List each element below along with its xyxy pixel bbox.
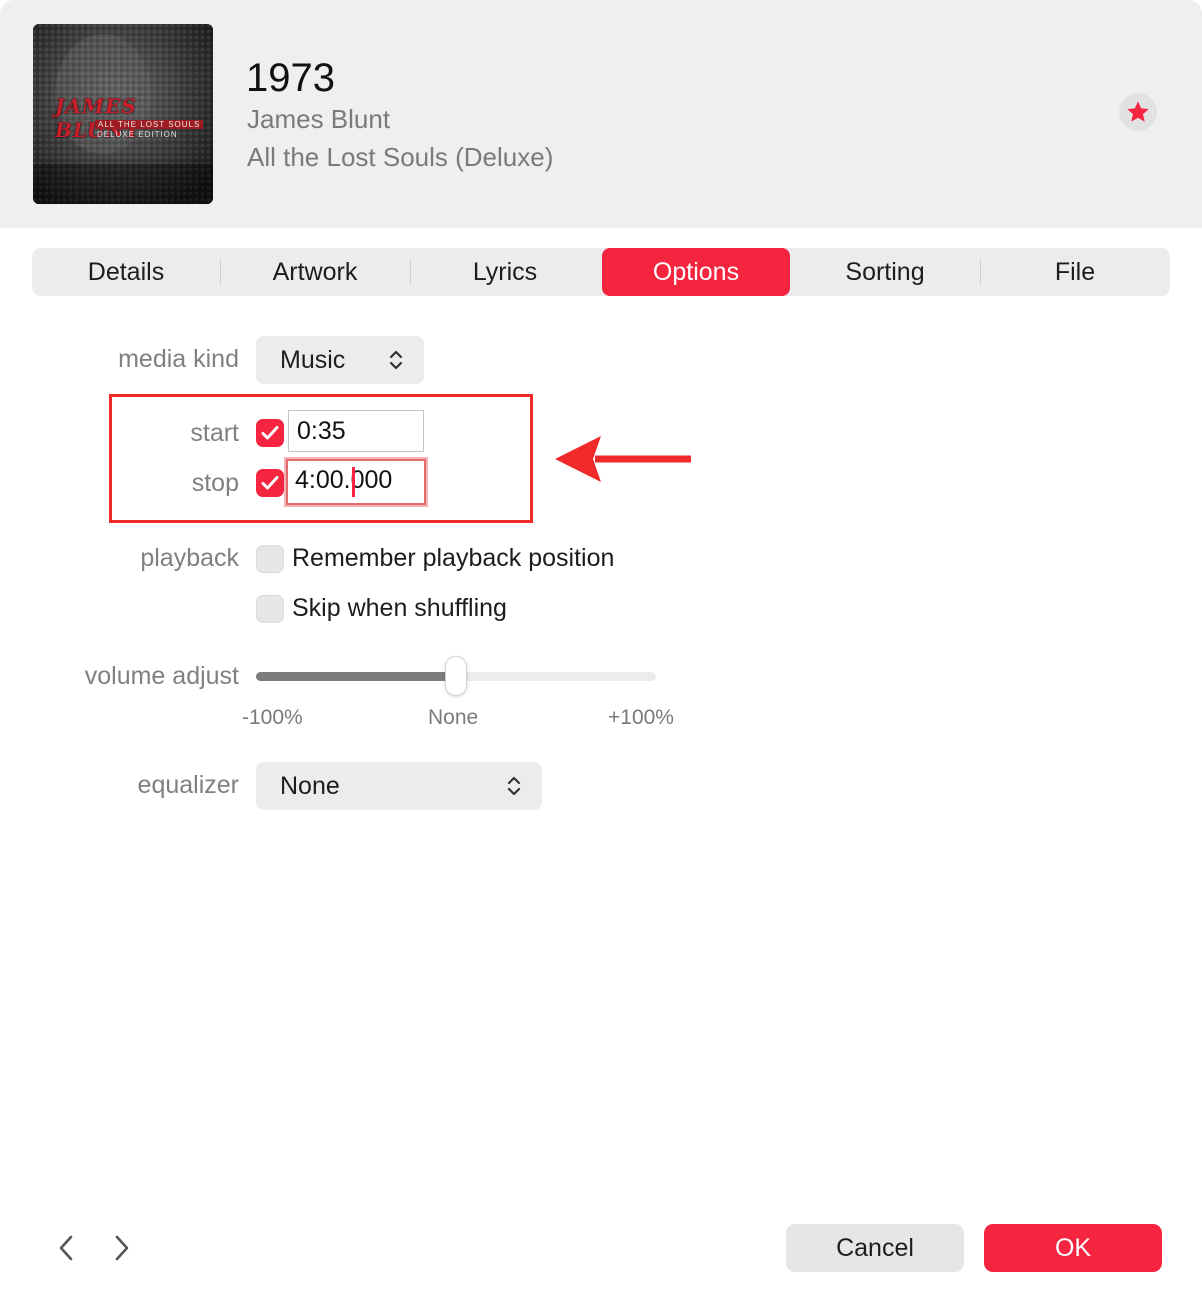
media-kind-label: media kind [118, 345, 239, 373]
tab-file[interactable]: File [981, 248, 1169, 296]
equalizer-value: None [280, 772, 340, 800]
favorite-button[interactable] [1119, 93, 1157, 131]
next-song-icon[interactable] [106, 1230, 136, 1266]
song-artist: James Blunt [247, 104, 391, 134]
song-info-window: JAMES BLUNT ALL THE LOST SOULS DELUXE ED… [0, 0, 1202, 1312]
previous-song-icon[interactable] [52, 1230, 82, 1266]
annotation-highlight-box [109, 394, 533, 523]
volume-max-label: +100% [608, 706, 674, 729]
chevron-updown-icon [389, 350, 403, 370]
volume-mid-label: None [428, 706, 479, 729]
skip-shuffle-label: Skip when shuffling [292, 594, 507, 622]
song-title: 1973 [246, 56, 335, 100]
equalizer-popup[interactable]: None [256, 762, 542, 810]
artwork-edition: DELUXE EDITION [97, 130, 178, 139]
star-icon [1127, 101, 1149, 122]
media-kind-value: Music [280, 346, 346, 374]
artwork-subtitle: ALL THE LOST SOULS [95, 120, 204, 129]
tab-bar: Details Artwork Lyrics Options Sorting F… [32, 248, 1170, 296]
tab-options[interactable]: Options [602, 248, 790, 296]
media-kind-popup[interactable]: Music [256, 336, 424, 384]
tab-artwork[interactable]: Artwork [221, 248, 409, 296]
song-header: JAMES BLUNT ALL THE LOST SOULS DELUXE ED… [0, 0, 1202, 228]
remember-position-label: Remember playback position [292, 544, 615, 572]
equalizer-label: equalizer [137, 771, 239, 799]
volume-min-label: -100% [242, 706, 303, 729]
annotation-arrow-icon [555, 436, 691, 482]
skip-shuffle-checkbox[interactable] [256, 595, 284, 623]
song-album: All the Lost Souls (Deluxe) [247, 142, 554, 172]
cancel-button[interactable]: Cancel [786, 1224, 964, 1272]
volume-adjust-label: volume adjust [84, 662, 239, 690]
playback-label: playback [140, 544, 239, 572]
ok-button[interactable]: OK [984, 1224, 1162, 1272]
volume-slider-knob[interactable] [445, 656, 467, 696]
tab-lyrics[interactable]: Lyrics [411, 248, 599, 296]
tab-sorting[interactable]: Sorting [791, 248, 979, 296]
album-artwork: JAMES BLUNT ALL THE LOST SOULS DELUXE ED… [33, 24, 213, 204]
chevron-updown-icon [507, 776, 521, 796]
remember-position-checkbox[interactable] [256, 545, 284, 573]
volume-slider-fill [256, 672, 456, 681]
tab-details[interactable]: Details [32, 248, 220, 296]
